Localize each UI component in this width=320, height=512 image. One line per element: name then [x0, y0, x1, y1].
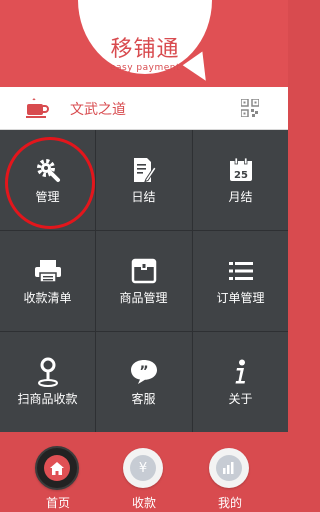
bar-chart-icon [223, 462, 234, 474]
tab-collect-label: 收款 [131, 496, 156, 510]
yen-icon: ¥ [130, 455, 156, 481]
calendar-day-number: 25 [234, 170, 248, 181]
menu-item-label: 月结 [228, 190, 253, 204]
tab-collect-button[interactable]: ¥ [123, 448, 163, 488]
menu-item-scan-collect[interactable]: 扫商品收款 [0, 332, 95, 432]
tab-home-button[interactable] [35, 446, 79, 490]
grid-divider [95, 130, 96, 432]
logo-title: 移铺通 [110, 37, 180, 62]
tab-collect[interactable]: ¥ 收款 [96, 432, 192, 512]
menu-item-customer-service[interactable]: ” 客服 [96, 332, 191, 432]
menu-item-label: 订单管理 [216, 291, 265, 305]
tab-home[interactable]: 首页 [10, 432, 106, 512]
menu-item-label: 日结 [131, 190, 156, 204]
menu-item-label: 收款清单 [23, 291, 72, 305]
logo-subtitle: easy payment [109, 63, 181, 73]
menu-item-monthly[interactable]: 25 月结 [193, 130, 288, 230]
chat-bubble-quote-icon: ” [130, 360, 157, 384]
tab-home-label: 首页 [45, 496, 70, 510]
menu-item-product-management[interactable]: 商品管理 [96, 231, 191, 331]
highlight-circle-annotation [5, 137, 95, 229]
daily-report-icon [133, 158, 156, 183]
location-pin-icon [37, 357, 58, 387]
tab-mine-button[interactable] [209, 448, 249, 488]
menu-item-label: 商品管理 [119, 291, 168, 305]
menu-item-daily[interactable]: 日结 [96, 130, 191, 230]
bottom-tab-bar: 首页 ¥ 收款 我的 [0, 432, 288, 512]
tab-mine-label: 我的 [217, 496, 242, 510]
grid-divider [192, 130, 193, 432]
home-icon [50, 461, 64, 475]
grid-divider [0, 230, 288, 231]
menu-item-label: 关于 [228, 392, 253, 406]
qr-code-icon[interactable] [241, 99, 259, 117]
list-icon [228, 262, 253, 280]
tab-mine[interactable]: 我的 [182, 432, 278, 512]
menu-item-order-management[interactable]: 订单管理 [193, 231, 288, 331]
grid-divider [0, 331, 288, 332]
menu-item-label: 客服 [131, 392, 156, 406]
package-box-icon [131, 258, 156, 284]
svg-text:”: ” [139, 364, 148, 380]
calendar-25-icon: 25 [229, 158, 252, 181]
app-header: 移铺通 easy payment [0, 0, 288, 87]
menu-item-payment-list[interactable]: 收款清单 [0, 231, 95, 331]
coffee-cup-icon [26, 98, 49, 118]
printer-icon [34, 260, 61, 283]
shop-name: 文武之道 [70, 102, 126, 118]
info-icon [235, 359, 245, 384]
shop-bar: 文武之道 [0, 87, 288, 130]
menu-item-about[interactable]: 关于 [193, 332, 288, 432]
menu-item-label: 扫商品收款 [17, 392, 78, 406]
